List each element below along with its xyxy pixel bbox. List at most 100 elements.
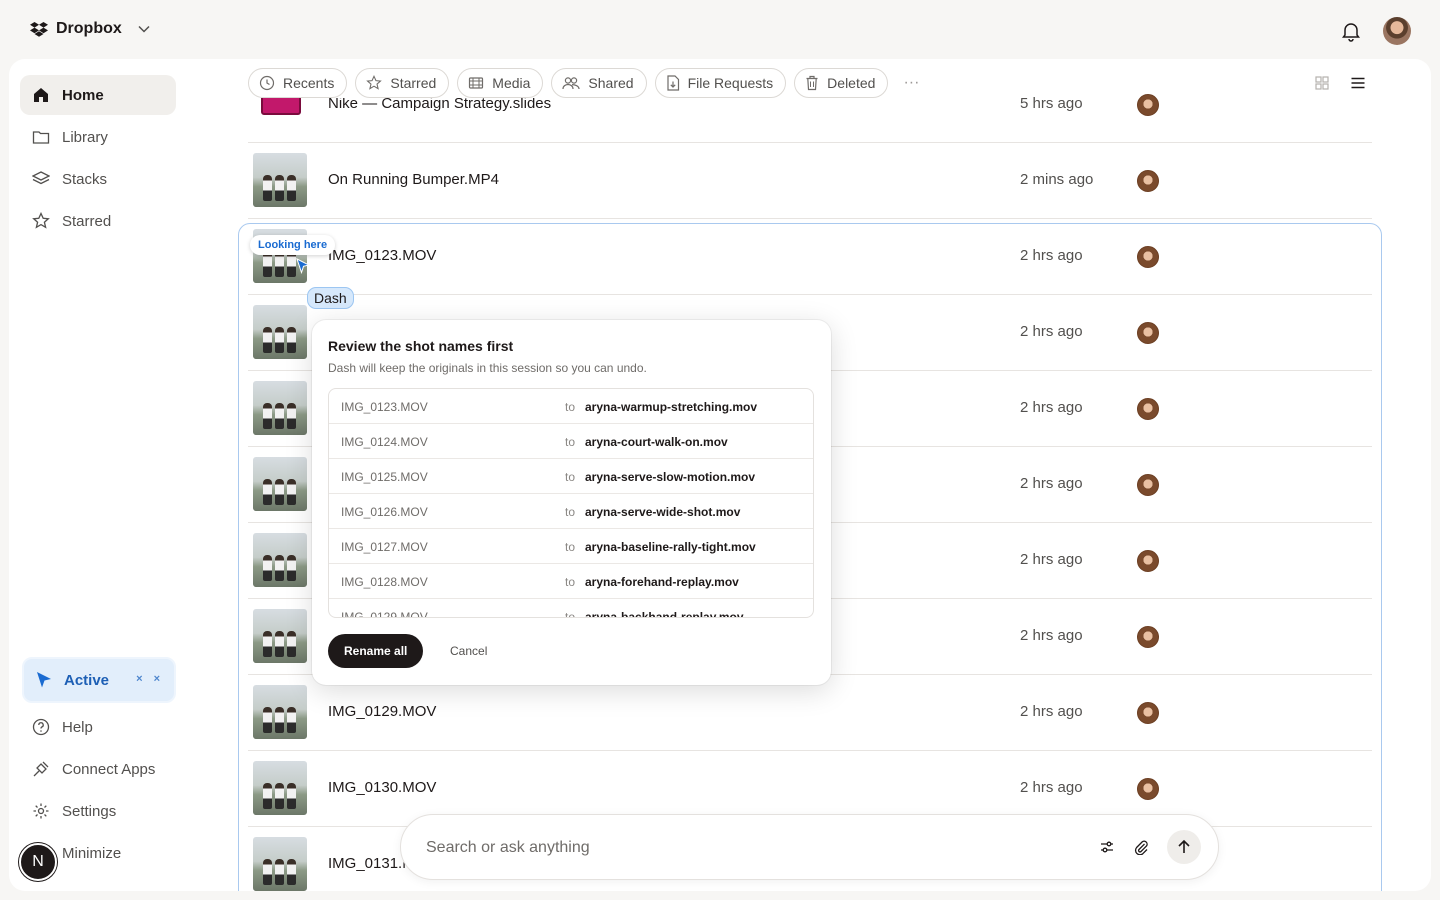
user-initial-badge[interactable]: N xyxy=(19,843,57,881)
film-icon xyxy=(469,77,484,89)
video-thumbnail xyxy=(253,153,307,207)
sidebar-item-label: Starred xyxy=(62,212,112,230)
original-filename: IMG_0126.MOV xyxy=(341,505,428,519)
arrow-up-icon xyxy=(1178,839,1190,853)
filter-starred[interactable]: Starred xyxy=(355,68,450,98)
attach-icon[interactable] xyxy=(1133,839,1149,855)
chevron-down-icon xyxy=(138,25,150,33)
to-label: to xyxy=(565,400,576,414)
rename-row: IMG_0126.MOV to aryna-serve-wide-shot.mov xyxy=(329,494,813,529)
brand-name: Dropbox xyxy=(56,20,122,37)
send-button[interactable] xyxy=(1167,830,1201,864)
cancel-button[interactable]: Cancel xyxy=(450,644,487,658)
rename-row: IMG_0124.MOV to aryna-court-walk-on.mov xyxy=(329,424,813,459)
filter-media[interactable]: Media xyxy=(457,68,544,98)
trash-icon xyxy=(806,75,818,91)
sidebar-item-library[interactable]: Library xyxy=(20,117,176,157)
dash-tag: Dash xyxy=(307,287,354,309)
star-icon xyxy=(366,75,383,90)
new-filename: aryna-baseline-rally-tight.mov xyxy=(585,540,756,554)
sidebar-item-help[interactable]: Help xyxy=(20,707,176,747)
sidebar-item-label: Minimize xyxy=(62,844,122,862)
original-filename: IMG_0128.MOV xyxy=(341,575,428,589)
runner-figure xyxy=(275,175,284,201)
filter-label: Deleted xyxy=(827,75,876,91)
filter-recents[interactable]: Recents xyxy=(248,68,348,98)
search-input[interactable]: Search or ask anything xyxy=(426,839,590,857)
stacks-icon xyxy=(32,171,50,185)
dismiss-icon[interactable]: × × xyxy=(136,673,164,685)
to-label: to xyxy=(565,435,576,449)
file-name[interactable]: On Running Bumper.MP4 xyxy=(328,171,499,188)
sidebar-item-label: Settings xyxy=(62,802,117,820)
filters-icon[interactable] xyxy=(1099,839,1115,855)
filter-deleted[interactable]: Deleted xyxy=(794,68,889,98)
new-filename: aryna-forehand-replay.mov xyxy=(585,575,739,589)
bell-icon[interactable] xyxy=(1340,20,1362,42)
dropbox-logo-icon xyxy=(30,22,48,37)
rename-row: IMG_0127.MOV to aryna-baseline-rally-tight… xyxy=(329,529,813,564)
rename-dialog: Review the shot names first Dash will ke… xyxy=(312,320,831,685)
active-session-pill[interactable]: Active × × xyxy=(22,657,176,703)
list-view-icon[interactable] xyxy=(1350,75,1366,91)
sidebar-item-stacks[interactable]: Stacks xyxy=(20,159,176,199)
dialog-title: Review the shot names first xyxy=(328,338,514,354)
sidebar-item-label: Stacks xyxy=(62,170,108,188)
home-icon xyxy=(34,88,48,102)
rename-all-button[interactable]: Rename all xyxy=(328,634,424,668)
to-label: to xyxy=(565,610,576,618)
filter-shared[interactable]: Shared xyxy=(551,68,647,98)
plug-icon xyxy=(33,761,49,777)
cursor-arrow-icon xyxy=(37,672,51,688)
filter-label: File Requests xyxy=(687,75,774,91)
grid-view-icon[interactable] xyxy=(1314,75,1330,91)
file-row[interactable]: Nike — Campaign Strategy.slides 5 hrs ago xyxy=(248,93,1372,143)
people-icon xyxy=(562,77,581,90)
file-modified-time: 5 hrs ago xyxy=(1020,95,1083,112)
sidebar-item-settings[interactable]: Settings xyxy=(20,791,176,831)
new-filename: aryna-serve-slow-motion.mov xyxy=(585,470,756,484)
new-filename: aryna-backhand-replay.mov xyxy=(585,610,744,618)
filter-file-requests[interactable]: File Requests xyxy=(654,68,787,98)
sidebar-item-home[interactable]: Home xyxy=(20,75,176,115)
sidebar-item-connect-apps[interactable]: Connect Apps xyxy=(20,749,176,789)
new-filename: aryna-warmup-stretching.mov xyxy=(585,400,758,414)
search-actions xyxy=(1099,830,1201,864)
to-label: to xyxy=(565,575,576,589)
owner-avatar xyxy=(1137,170,1159,192)
original-filename: IMG_0127.MOV xyxy=(341,540,428,554)
original-filename: IMG_0124.MOV xyxy=(341,435,428,449)
filter-label: Recents xyxy=(283,75,335,91)
sidebar-item-label: Library xyxy=(62,128,108,146)
original-filename: IMG_0125.MOV xyxy=(341,470,428,484)
active-label: Active xyxy=(64,671,110,689)
new-filename: aryna-serve-wide-shot.mov xyxy=(585,505,741,519)
rename-row: IMG_0128.MOV to aryna-forehand-replay.mov xyxy=(329,564,813,599)
sidebar-item-label: Home xyxy=(62,86,104,104)
folder-icon xyxy=(32,131,50,144)
rename-list[interactable]: IMG_0123.MOV to aryna-warmup-stretching.mo… xyxy=(328,388,814,618)
agent-cursor-icon xyxy=(296,258,310,274)
filter-label: Media xyxy=(492,75,531,91)
filter-label: Shared xyxy=(588,75,634,91)
search-bar[interactable]: Search or ask anything xyxy=(400,814,1219,880)
file-request-icon xyxy=(666,75,679,91)
sidebar-item-starred[interactable]: Starred xyxy=(20,201,176,241)
original-filename: IMG_0129.MOV xyxy=(341,610,428,618)
filter-bar: Recents Starred Media Shared File Reques… xyxy=(248,68,935,98)
star-icon xyxy=(32,212,50,229)
owner-avatar xyxy=(1137,94,1159,116)
user-avatar[interactable] xyxy=(1383,17,1411,45)
sidebar-nav: Home Library Stacks Starred xyxy=(20,75,176,243)
runner-figure xyxy=(263,175,272,201)
file-row[interactable]: On Running Bumper.MP4 2 mins ago xyxy=(248,143,1372,219)
more-filters-button[interactable]: ··· xyxy=(896,74,926,92)
sidebar-item-label: Connect Apps xyxy=(62,760,156,778)
help-icon xyxy=(32,718,50,736)
rename-row: IMG_0125.MOV to aryna-serve-slow-motion.mo… xyxy=(329,459,813,494)
rename-row: IMG_0129.MOV to aryna-backhand-replay.mov xyxy=(329,599,813,618)
looking-here-label: Looking here xyxy=(250,235,336,255)
to-label: to xyxy=(565,470,576,484)
brand-switcher[interactable]: Dropbox xyxy=(30,20,150,38)
to-label: to xyxy=(565,505,576,519)
